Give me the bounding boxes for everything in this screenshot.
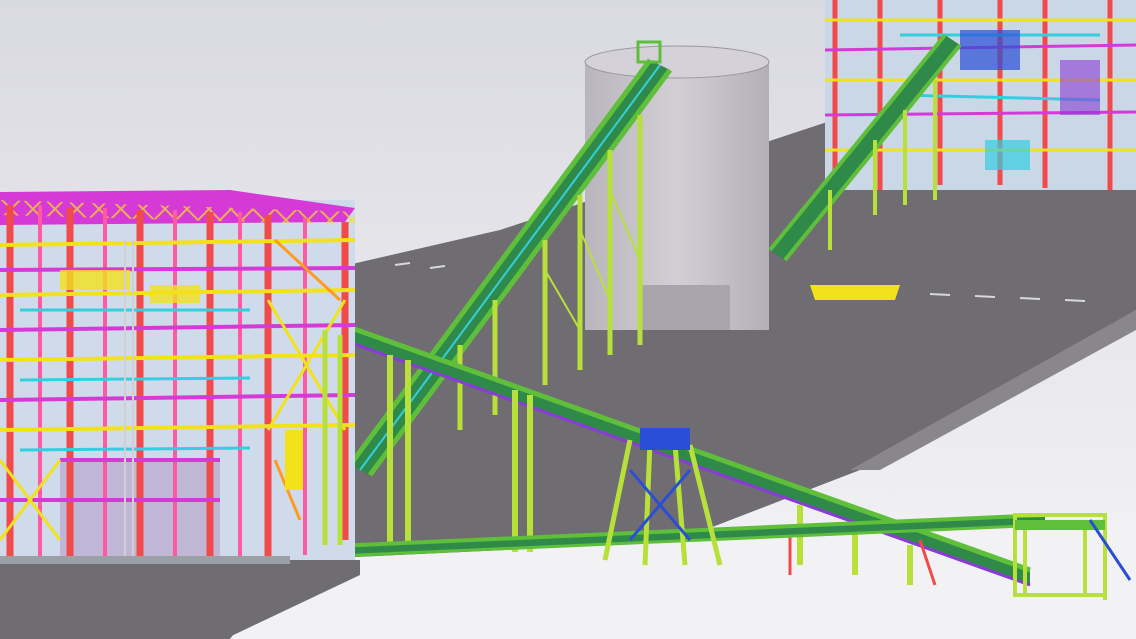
right-process-building <box>824 0 1136 190</box>
plant-3d-model-view <box>0 0 1136 639</box>
storage-silo <box>584 45 770 330</box>
left-process-building <box>0 190 356 564</box>
